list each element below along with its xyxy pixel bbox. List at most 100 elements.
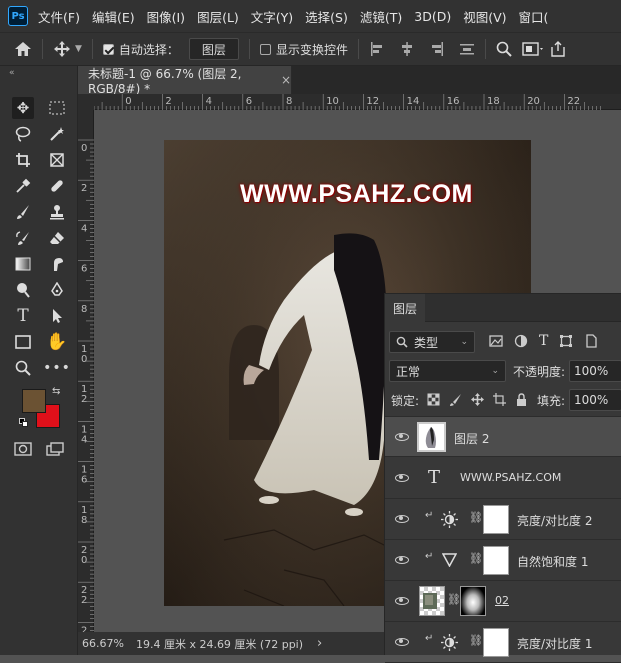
- eye-icon[interactable]: [395, 638, 409, 646]
- quick-mask-icon[interactable]: [14, 442, 32, 459]
- screen-mode-icon[interactable]: [46, 442, 64, 459]
- menu-select[interactable]: 选择(S): [305, 7, 348, 26]
- layer-mask-thumbnail[interactable]: [483, 628, 509, 657]
- collapse-icon[interactable]: «: [9, 68, 15, 78]
- menu-file[interactable]: 文件(F): [38, 7, 80, 26]
- layer-name[interactable]: WWW.PSAHZ.COM: [460, 471, 561, 484]
- ruler-label: 0: [81, 143, 87, 154]
- adjustment-filter-icon[interactable]: [514, 334, 528, 348]
- foreground-color-overlay[interactable]: [22, 389, 46, 413]
- eyedropper-icon[interactable]: [12, 175, 34, 197]
- layer-name[interactable]: 亮度/对比度 2: [517, 512, 593, 529]
- healing-brush-icon[interactable]: [46, 175, 68, 197]
- menu-window[interactable]: 窗口(: [519, 7, 549, 26]
- layer-mask-thumbnail[interactable]: [483, 546, 509, 575]
- workspace-icon[interactable]: [522, 41, 544, 57]
- align-right-icon[interactable]: [429, 41, 445, 57]
- lock-image-pixels-icon[interactable]: [449, 393, 462, 406]
- eraser-tool-icon[interactable]: [46, 227, 68, 249]
- menu-view[interactable]: 视图(V): [463, 7, 506, 26]
- link-icon[interactable]: ⛓: [469, 552, 483, 565]
- type-filter-icon[interactable]: T: [539, 334, 548, 348]
- layer-mask-thumbnail[interactable]: [460, 586, 486, 616]
- chevron-down-icon[interactable]: ▼: [75, 44, 82, 54]
- brush-tool-icon[interactable]: [12, 201, 34, 223]
- hand-tool-icon[interactable]: ✋: [46, 331, 68, 353]
- eye-icon[interactable]: [395, 556, 409, 564]
- layer-row[interactable]: ↵ ⛓ 亮度/对比度 1: [385, 622, 621, 663]
- menu-edit[interactable]: 编辑(E): [92, 7, 135, 26]
- layer-filter-dropdown[interactable]: 类型 ⌄: [389, 331, 475, 353]
- layer-name[interactable]: 自然饱和度 1: [517, 553, 588, 570]
- ruler-label: 22: [567, 96, 580, 107]
- align-left-icon[interactable]: [369, 41, 385, 57]
- default-colors-icon[interactable]: [19, 418, 28, 427]
- home-icon[interactable]: [14, 41, 32, 57]
- blend-mode-dropdown[interactable]: 正常 ⌄: [389, 360, 506, 382]
- ruler-label: 6: [81, 264, 87, 275]
- lasso-tool-icon[interactable]: [12, 123, 34, 145]
- layer-row[interactable]: T WWW.PSAHZ.COM: [385, 458, 621, 499]
- swap-colors-icon[interactable]: ⇆: [52, 386, 60, 397]
- shape-filter-icon[interactable]: [559, 334, 573, 348]
- type-tool-icon[interactable]: T: [12, 305, 34, 327]
- lock-artboard-icon[interactable]: [493, 393, 506, 406]
- path-selection-icon[interactable]: [46, 305, 68, 327]
- dodge-tool-icon[interactable]: [12, 279, 34, 301]
- rectangle-tool-icon[interactable]: [12, 331, 34, 353]
- layer-row[interactable]: ⛓ 02: [385, 581, 621, 622]
- layers-tab[interactable]: 图层: [385, 294, 425, 322]
- document-tab[interactable]: 未标题-1 @ 66.7% (图层 2, RGB/8#) * ×: [78, 66, 292, 96]
- eye-icon[interactable]: [395, 433, 409, 441]
- lock-all-icon[interactable]: [515, 393, 528, 406]
- magic-wand-icon[interactable]: [46, 123, 68, 145]
- pen-tool-icon[interactable]: [46, 279, 68, 301]
- layer-name[interactable]: 亮度/对比度 1: [517, 635, 593, 652]
- opacity-field[interactable]: 100%: [569, 360, 621, 382]
- layer-name[interactable]: 02: [495, 594, 509, 607]
- menu-filter[interactable]: 滤镜(T): [360, 7, 402, 26]
- layer-row[interactable]: ↵ ⛓ 亮度/对比度 2: [385, 499, 621, 540]
- auto-select-dropdown[interactable]: 图层: [188, 38, 239, 60]
- eye-icon[interactable]: [395, 597, 409, 605]
- frame-tool-icon[interactable]: [46, 149, 68, 171]
- share-icon[interactable]: [550, 41, 566, 57]
- vertical-ruler: 024681012141618202224: [78, 110, 94, 632]
- gradient-tool-icon[interactable]: [12, 253, 34, 275]
- move-tool-icon[interactable]: ✥: [12, 97, 34, 119]
- eye-icon[interactable]: [395, 474, 409, 482]
- move-tool-icon[interactable]: [53, 40, 71, 58]
- more-tools-icon[interactable]: •••: [43, 357, 70, 379]
- clone-stamp-icon[interactable]: [46, 201, 68, 223]
- menu-layer[interactable]: 图层(L): [197, 7, 239, 26]
- search-icon[interactable]: [496, 41, 512, 57]
- history-brush-icon[interactable]: [12, 227, 34, 249]
- layer-mask-thumbnail[interactable]: [483, 505, 509, 534]
- status-menu-arrow-icon[interactable]: ›: [317, 636, 322, 651]
- menu-image[interactable]: 图像(I): [147, 7, 185, 26]
- smart-object-filter-icon[interactable]: [584, 334, 598, 348]
- pixel-filter-icon[interactable]: [489, 334, 503, 348]
- marquee-tool-icon[interactable]: [46, 97, 68, 119]
- zoom-level[interactable]: 66.67%: [82, 637, 124, 650]
- menu-3d[interactable]: 3D(D): [414, 9, 451, 24]
- lock-position-icon[interactable]: [471, 393, 484, 406]
- eye-icon[interactable]: [395, 515, 409, 523]
- lock-transparent-icon[interactable]: [427, 393, 440, 406]
- link-icon[interactable]: ⛓: [447, 593, 461, 606]
- auto-select-checkbox[interactable]: [102, 43, 114, 55]
- crop-tool-icon[interactable]: [12, 149, 34, 171]
- menu-type[interactable]: 文字(Y): [251, 7, 293, 26]
- link-icon[interactable]: ⛓: [469, 634, 483, 647]
- align-center-icon[interactable]: [399, 41, 415, 57]
- distribute-icon[interactable]: [459, 41, 475, 57]
- layer-name[interactable]: 图层 2: [454, 430, 489, 447]
- link-icon[interactable]: ⛓: [469, 511, 483, 524]
- layer-row[interactable]: 图层 2: [385, 416, 621, 457]
- show-transform-checkbox[interactable]: [259, 43, 271, 55]
- fill-field[interactable]: 100%: [569, 389, 621, 411]
- layer-row[interactable]: ↵ ⛓ 自然饱和度 1: [385, 540, 621, 581]
- zoom-tool-icon[interactable]: [12, 357, 34, 379]
- close-tab-icon[interactable]: ×: [281, 73, 291, 87]
- smudge-tool-icon[interactable]: [46, 253, 68, 275]
